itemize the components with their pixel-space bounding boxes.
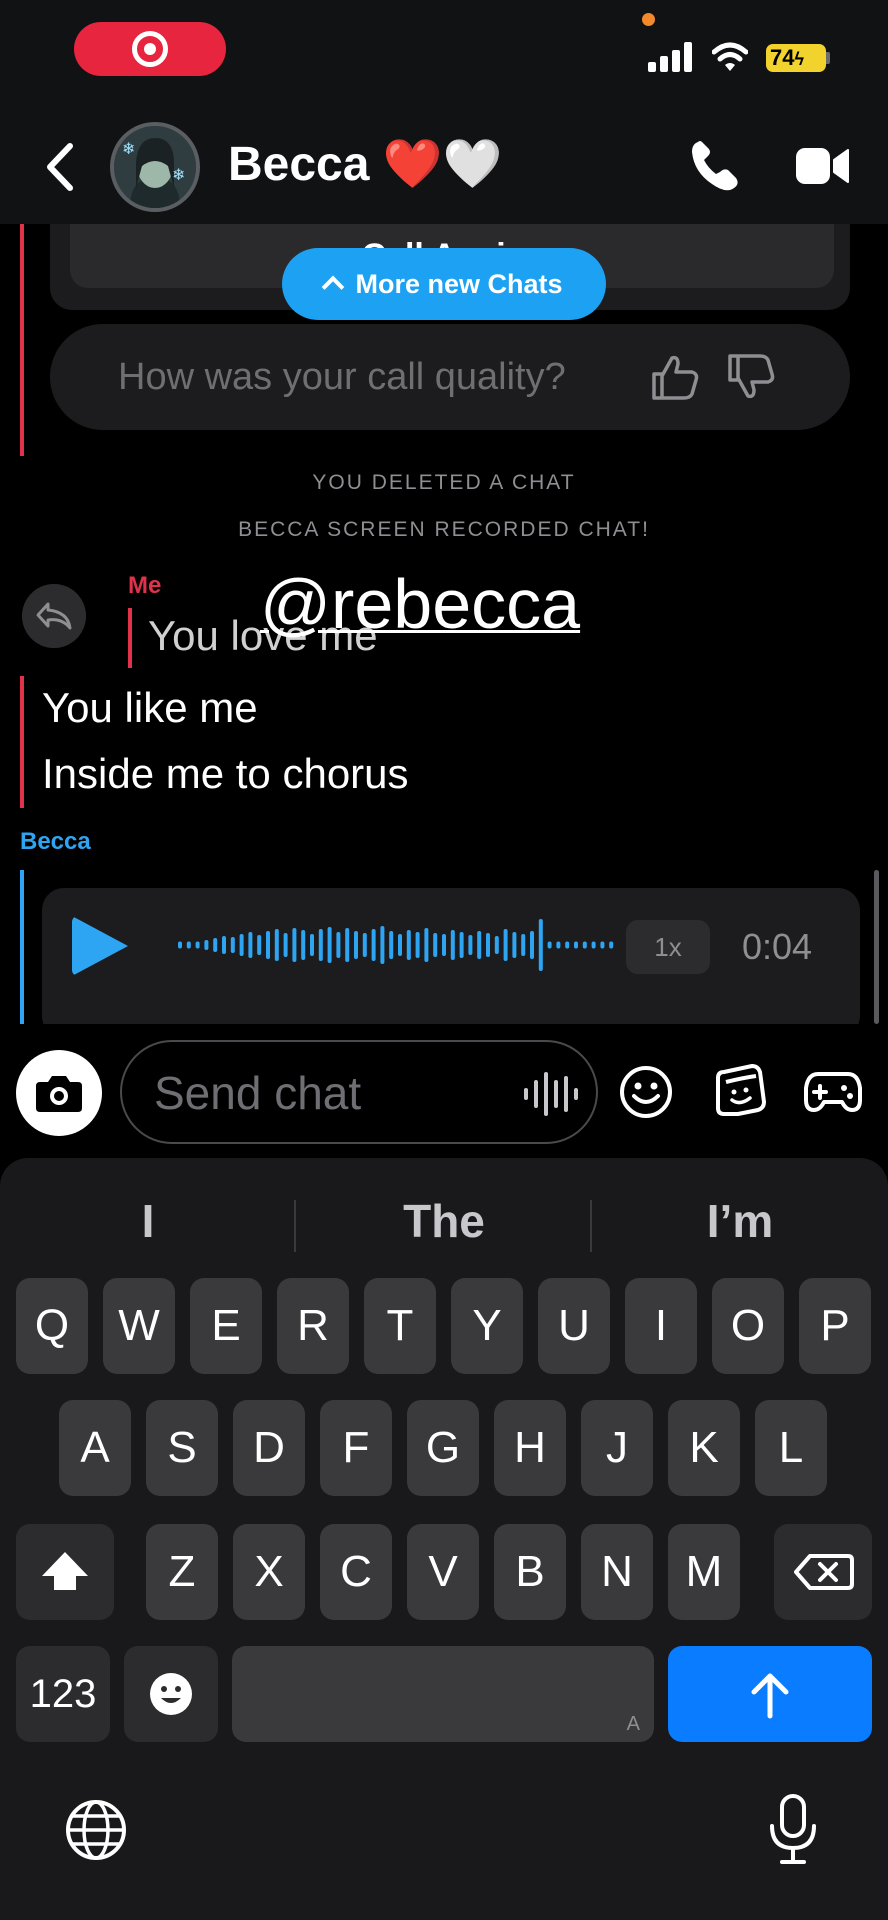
chevron-up-icon — [322, 275, 345, 299]
battery-indicator: 74ϟ — [766, 44, 826, 72]
game-controller-icon[interactable] — [804, 1066, 862, 1116]
microphone-icon[interactable] — [766, 1794, 820, 1866]
key-z[interactable]: Z — [146, 1524, 218, 1620]
chat-title[interactable]: Becca ❤️🤍 — [228, 134, 502, 196]
numbers-key[interactable]: 123 — [16, 1646, 110, 1742]
voice-note-duration: 0:04 — [742, 926, 813, 967]
quote-bar — [128, 608, 132, 668]
chat-thread[interactable]: Call Again More new Chats How was your c… — [0, 224, 888, 1024]
thumbs-up-icon[interactable] — [650, 352, 700, 402]
suggestion-item[interactable]: The — [296, 1172, 592, 1270]
space-bar[interactable]: A — [232, 1646, 654, 1742]
camera-button[interactable] — [16, 1050, 102, 1136]
suggestion-bar: I The I’m — [0, 1172, 888, 1270]
more-new-chats-button[interactable]: More new Chats — [282, 248, 606, 320]
send-chat-input[interactable] — [154, 1060, 484, 1126]
svg-text:❄: ❄ — [172, 167, 185, 184]
key-o[interactable]: O — [712, 1278, 784, 1374]
delete-key[interactable] — [774, 1524, 872, 1620]
key-c[interactable]: C — [320, 1524, 392, 1620]
privacy-indicator-dot — [642, 13, 655, 26]
target-icon — [132, 31, 168, 67]
chevron-left-icon[interactable] — [40, 140, 80, 194]
voice-wave-icon[interactable] — [522, 1072, 578, 1116]
key-p[interactable]: P — [799, 1278, 871, 1374]
key-b[interactable]: B — [494, 1524, 566, 1620]
voice-note[interactable]: 1x 0:04 — [42, 888, 860, 1024]
key-i[interactable]: I — [625, 1278, 697, 1374]
key-y[interactable]: Y — [451, 1278, 523, 1374]
suggestion-item[interactable]: I’m — [592, 1172, 888, 1270]
key-e[interactable]: E — [190, 1278, 262, 1374]
key-u[interactable]: U — [538, 1278, 610, 1374]
battery-nub — [826, 52, 830, 64]
sender-label-me: Me — [128, 572, 162, 599]
video-camera-icon[interactable] — [796, 144, 850, 188]
scrollbar[interactable] — [874, 870, 879, 1024]
key-g[interactable]: G — [407, 1400, 479, 1496]
phone-icon[interactable] — [688, 138, 742, 194]
key-d[interactable]: D — [233, 1400, 305, 1496]
system-message: YOU DELETED A CHAT — [312, 471, 576, 494]
play-icon[interactable] — [72, 916, 128, 976]
more-new-chats-label: More new Chats — [355, 269, 563, 299]
globe-icon[interactable] — [64, 1798, 128, 1862]
key-k[interactable]: K — [668, 1400, 740, 1496]
key-x[interactable]: X — [233, 1524, 305, 1620]
avatar[interactable]: ❄ ❄ — [110, 122, 200, 212]
backspace-icon — [794, 1554, 854, 1590]
status-bar: 74ϟ — [0, 0, 888, 110]
composer-bar — [0, 1024, 888, 1158]
shift-arrow-icon — [42, 1552, 88, 1590]
mention-overlay: @rebecca — [260, 565, 581, 643]
chat-header: ❄ ❄ Becca ❤️🤍 — [0, 110, 888, 224]
key-t[interactable]: T — [364, 1278, 436, 1374]
emoji-keyboard-icon — [150, 1673, 192, 1715]
key-q[interactable]: Q — [16, 1278, 88, 1374]
playback-speed-button[interactable]: 1x — [626, 920, 710, 974]
camera-icon — [36, 1076, 82, 1112]
send-chat-field[interactable] — [120, 1040, 598, 1144]
arrow-up-icon — [751, 1673, 789, 1719]
key-a[interactable]: A — [59, 1400, 131, 1496]
battery-level: 74 — [770, 45, 795, 70]
chat-message[interactable]: Inside me to chorus — [42, 746, 409, 802]
smiley-icon[interactable] — [618, 1064, 674, 1120]
key-v[interactable]: V — [407, 1524, 479, 1620]
key-j[interactable]: J — [581, 1400, 653, 1496]
key-n[interactable]: N — [581, 1524, 653, 1620]
key-s[interactable]: S — [146, 1400, 218, 1496]
suggestion-item[interactable]: I — [0, 1172, 296, 1270]
voice-waveform[interactable] — [176, 910, 616, 980]
screen-recording-pill[interactable] — [74, 22, 226, 76]
key-l[interactable]: L — [755, 1400, 827, 1496]
svg-text:❄: ❄ — [122, 141, 135, 158]
cellular-signal-icon — [648, 42, 692, 72]
key-r[interactable]: R — [277, 1278, 349, 1374]
key-f[interactable]: F — [320, 1400, 392, 1496]
sender-label-friend: Becca — [20, 828, 91, 855]
key-w[interactable]: W — [103, 1278, 175, 1374]
space-sub-label: A — [626, 1713, 640, 1735]
call-quality-card: How was your call quality? — [50, 324, 850, 430]
thumbs-down-icon[interactable] — [726, 352, 776, 402]
key-h[interactable]: H — [494, 1400, 566, 1496]
wifi-icon — [712, 42, 748, 71]
sticker-icon[interactable] — [712, 1062, 768, 1120]
shift-key[interactable] — [16, 1524, 114, 1620]
sender-bar-me — [20, 676, 24, 808]
send-key[interactable] — [668, 1646, 872, 1742]
reply-arrow-icon[interactable] — [22, 584, 86, 648]
key-m[interactable]: M — [668, 1524, 740, 1620]
sender-bar-friend — [20, 870, 24, 1024]
bitmoji-avatar-image: ❄ ❄ — [114, 126, 196, 208]
call-quality-prompt: How was your call quality? — [118, 356, 566, 398]
chat-message[interactable]: You like me — [42, 680, 258, 736]
emoji-key[interactable] — [124, 1646, 218, 1742]
system-message: BECCA SCREEN RECORDED CHAT! — [238, 518, 650, 541]
keyboard: I The I’m Q W E R T Y U I O P A S D F G … — [0, 1158, 888, 1920]
